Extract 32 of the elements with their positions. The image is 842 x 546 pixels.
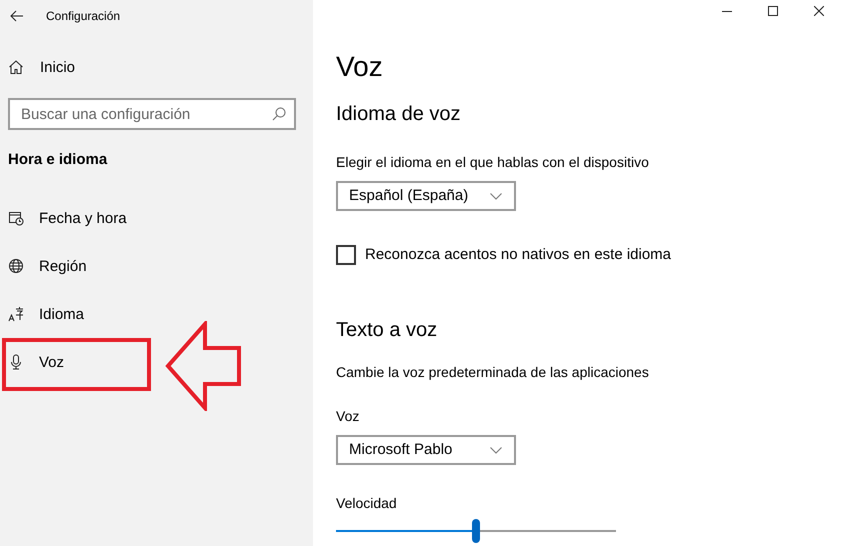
checkbox-label: Reconozca acentos no nativos en este idioma	[365, 245, 672, 265]
section-title: Hora e idioma	[8, 150, 108, 170]
description-text: Cambie la voz predeterminada de las aplicaciones	[336, 363, 650, 382]
minimize-icon	[722, 10, 732, 12]
page-title: Voz	[336, 50, 384, 84]
slider-label: Velocidad	[336, 494, 398, 513]
home-icon	[8, 59, 24, 75]
calendar-icon	[8, 210, 24, 226]
microphone-icon	[8, 354, 24, 370]
slider-thumb[interactable]	[472, 519, 480, 543]
search-field[interactable]: Buscar una configuración	[8, 98, 296, 130]
back-arrow-icon[interactable]	[10, 10, 24, 22]
search-icon	[272, 107, 286, 121]
sidebar-item[interactable]: Región	[8, 242, 296, 290]
field-label: Voz	[336, 407, 360, 426]
checkbox[interactable]	[336, 245, 356, 265]
sidebar-item[interactable]: Voz	[8, 338, 296, 386]
section-heading: Texto a voz	[336, 318, 438, 343]
chevron-icon	[490, 192, 502, 200]
dropdown[interactable]: Español (España)	[336, 181, 516, 211]
sidebar-item[interactable]: Fecha y hora	[8, 194, 296, 242]
language-icon	[8, 306, 24, 322]
close-icon	[814, 6, 824, 16]
dropdown[interactable]: Microsoft Pablo	[336, 435, 516, 465]
globe-icon	[8, 258, 24, 274]
sidebar-item[interactable]: Idioma	[8, 290, 296, 338]
field-label: Elegir el idioma en el que hablas con el dispositivo	[336, 153, 650, 172]
section-heading: Idioma de voz	[336, 102, 462, 127]
window-title: Configuración	[46, 9, 120, 23]
maximize-icon	[768, 6, 778, 16]
chevron-icon	[490, 446, 502, 454]
home-link[interactable]: Inicio	[8, 43, 296, 91]
